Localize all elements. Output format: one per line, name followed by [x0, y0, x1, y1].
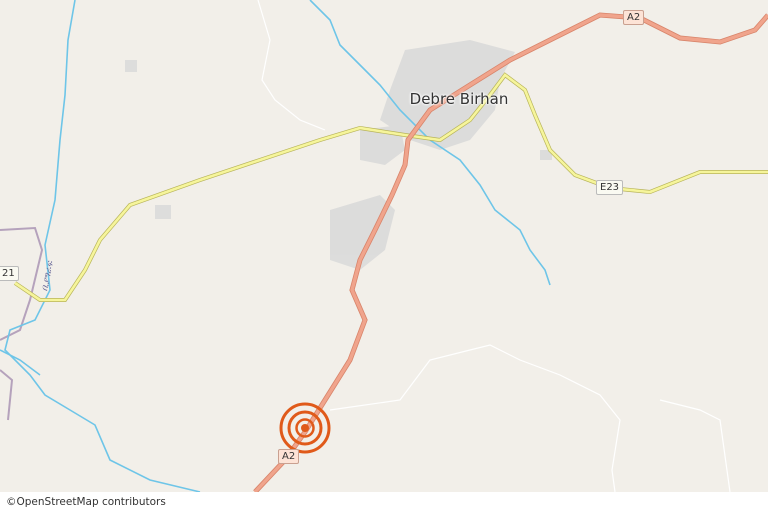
- road-shield-a2-south: A2: [278, 449, 300, 464]
- map-canvas[interactable]: Debre Birhan A2 A2 E23 21 ቢያግራፍ ©OpenStr…: [0, 0, 768, 512]
- boundary-line: [0, 226, 44, 421]
- road-shield-a2-north: A2: [623, 10, 645, 25]
- location-marker[interactable]: [279, 402, 331, 454]
- city-label-debre-birhan: Debre Birhan: [409, 90, 509, 108]
- map-attribution[interactable]: ©OpenStreetMap contributors: [0, 492, 768, 512]
- road-shield-e21: 21: [0, 266, 19, 281]
- map-layers: [0, 0, 768, 494]
- road-shield-e23: E23: [596, 180, 624, 195]
